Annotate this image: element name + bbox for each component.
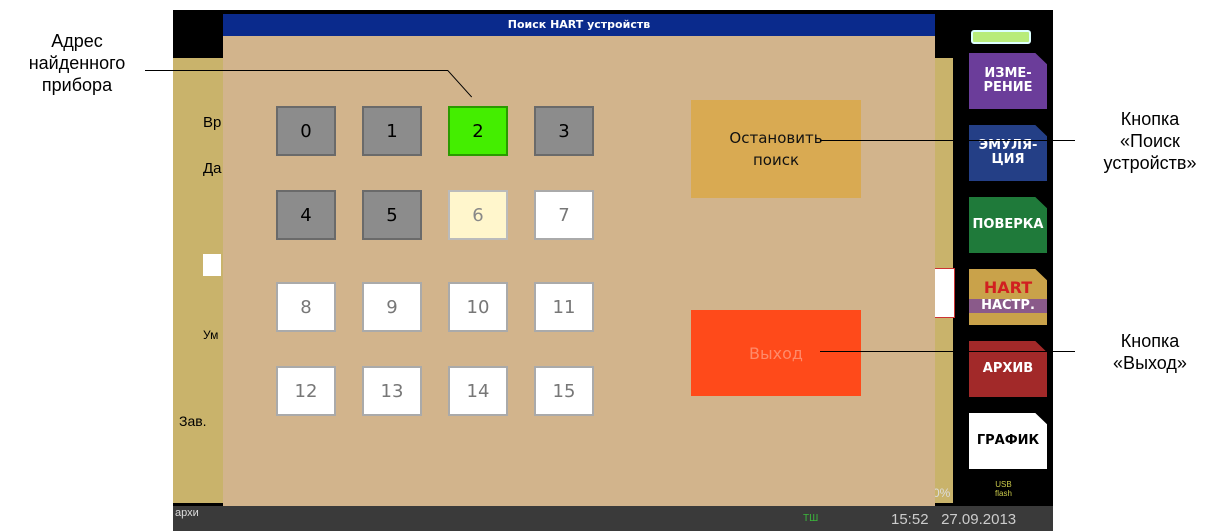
address-button-10[interactable]: 10 — [448, 282, 508, 332]
address-button-14[interactable]: 14 — [448, 366, 508, 416]
status-percent: 0% — [933, 486, 951, 500]
leader-address-h — [145, 70, 448, 71]
address-button-6[interactable]: 6 — [448, 190, 508, 240]
side-tab-label: ЭМУЛЯ- — [978, 138, 1038, 153]
side-tab-label: ИЗМЕ- — [984, 66, 1032, 81]
annotation-line: прибора — [41, 75, 113, 95]
annotation-line: Адрес — [51, 31, 103, 51]
status-time: 15:52 27.09.2013 — [891, 511, 1016, 528]
address-button-0[interactable]: 0 — [276, 106, 336, 156]
bg-label-da: Да — [203, 160, 222, 177]
annotation-line: Кнопка — [1120, 331, 1180, 351]
side-tab-label: ЦИЯ — [991, 152, 1025, 167]
address-button-1[interactable]: 1 — [362, 106, 422, 156]
side-tab-0[interactable]: ИЗМЕ- РЕНИЕ — [969, 53, 1047, 109]
side-tab-2[interactable]: ПОВЕРКА — [969, 197, 1047, 253]
address-button-2[interactable]: 2 — [448, 106, 508, 156]
exit-button[interactable]: Выход — [691, 310, 861, 396]
address-button-8[interactable]: 8 — [276, 282, 336, 332]
bg-label-zav: Зав. — [179, 413, 207, 429]
date-text: 27.09.2013 — [941, 511, 1017, 528]
side-tab-label: АРХИВ — [982, 361, 1034, 376]
side-tab-label: HART — [983, 278, 1033, 297]
side-tab-label: ГРАФИК — [976, 433, 1040, 448]
annotation-line: Кнопка — [1120, 109, 1180, 129]
address-button-11[interactable]: 11 — [534, 282, 594, 332]
stop-search-button[interactable]: Остановить поиск — [691, 100, 861, 198]
annotation-line: найденного — [28, 53, 126, 73]
bg-icon — [203, 254, 221, 276]
bg-graph-icon — [933, 268, 955, 318]
leader-search — [820, 140, 1075, 141]
annotation-exit-button: Кнопка «Выход» — [1080, 330, 1220, 374]
annotation-address: Адрес найденного прибора — [12, 30, 142, 96]
address-button-9[interactable]: 9 — [362, 282, 422, 332]
annotation-line: «Выход» — [1113, 353, 1187, 373]
side-tab-1[interactable]: ЭМУЛЯ- ЦИЯ — [969, 125, 1047, 181]
annotation-line: устройств» — [1103, 153, 1197, 173]
usb-line: USB — [995, 480, 1012, 489]
status-small: ТШ — [803, 513, 819, 524]
side-tab-5[interactable]: ГРАФИК — [969, 413, 1047, 469]
usb-line: flash — [995, 489, 1012, 498]
bg-label-vr: Вр — [203, 114, 222, 131]
exit-label: Выход — [749, 343, 803, 363]
side-tab-label: РЕНИЕ — [983, 80, 1033, 95]
address-button-13[interactable]: 13 — [362, 366, 422, 416]
side-tab-3[interactable]: HART НАСТР. — [969, 269, 1047, 325]
dialog-title: Поиск HART устройств — [223, 14, 935, 36]
usb-indicator: USB flash — [995, 480, 1012, 498]
annotation-search-button: Кнопка «Поиск устройств» — [1080, 108, 1220, 174]
battery-icon — [971, 30, 1031, 44]
stop-search-label: поиск — [752, 151, 800, 169]
address-button-12[interactable]: 12 — [276, 366, 336, 416]
time-text: 15:52 — [891, 511, 929, 528]
leader-exit — [820, 351, 1075, 352]
side-tab-label: ПОВЕРКА — [972, 217, 1044, 232]
address-button-4[interactable]: 4 — [276, 190, 336, 240]
address-button-5[interactable]: 5 — [362, 190, 422, 240]
address-button-3[interactable]: 3 — [534, 106, 594, 156]
bg-label-um: Ум — [203, 328, 219, 342]
hart-search-dialog: Поиск HART устройств 0 1 2 3 4 5 6 7 8 9 10 11 12 13 1… — [223, 14, 935, 506]
address-button-7[interactable]: 7 — [534, 190, 594, 240]
status-archive-label: архи — [175, 507, 199, 519]
stop-search-label: Остановить — [729, 129, 823, 147]
annotation-line: «Поиск — [1120, 131, 1180, 151]
address-button-15[interactable]: 15 — [534, 366, 594, 416]
device-screen: Вр Да Ум Зав. архи 0% USB flash ТШ 15:52… — [173, 10, 1053, 531]
side-tab-label: НАСТР. — [969, 299, 1047, 313]
side-tab-4[interactable]: АРХИВ — [969, 341, 1047, 397]
